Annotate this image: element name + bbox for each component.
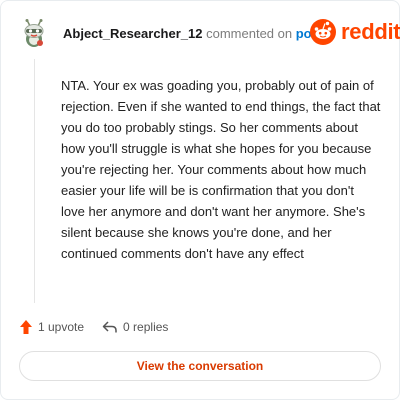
- comment-header: Abject_Researcher_12 commented on post: [63, 26, 323, 42]
- reply-icon[interactable]: [102, 320, 118, 334]
- thread-line: [34, 59, 35, 303]
- comment-actions: 1 upvote 0 replies: [19, 319, 168, 335]
- user-avatar[interactable]: [21, 19, 47, 49]
- view-conversation-button[interactable]: View the conversation: [19, 351, 381, 381]
- comment-card: Abject_Researcher_12 commented on post r…: [0, 0, 400, 400]
- commented-on-label: commented on: [206, 26, 293, 41]
- upvote-action[interactable]: 1 upvote: [19, 319, 84, 335]
- username[interactable]: Abject_Researcher_12: [63, 26, 202, 41]
- comment-body: NTA. Your ex was goading you, probably o…: [61, 78, 381, 261]
- reddit-wordmark: reddit: [341, 19, 400, 44]
- reddit-logo[interactable]: reddit: [310, 19, 400, 45]
- reply-action[interactable]: 0 replies: [102, 320, 168, 334]
- upvote-count: 1 upvote: [38, 320, 85, 334]
- avatar-icon: [24, 19, 44, 47]
- upvote-arrow-icon[interactable]: [19, 319, 33, 335]
- reply-count: 0 replies: [123, 320, 169, 334]
- reddit-snoo-icon: [310, 19, 336, 45]
